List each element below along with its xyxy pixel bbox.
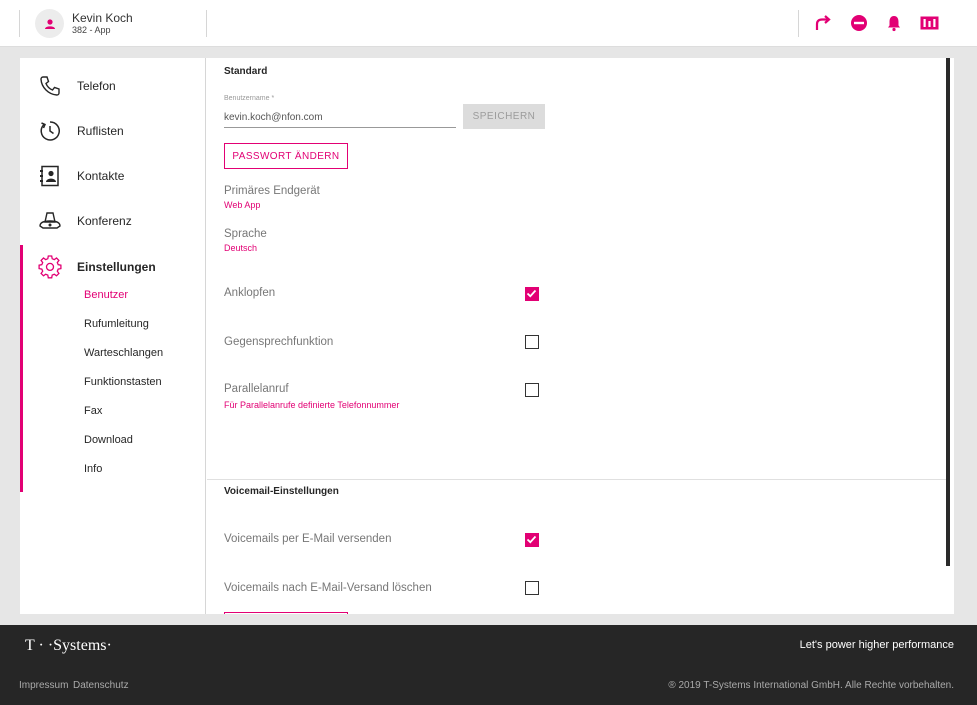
voicemail-email-label: Voicemails per E-Mail versenden bbox=[224, 533, 392, 545]
header-divider bbox=[19, 10, 20, 37]
user-name: Kevin Koch bbox=[72, 11, 133, 25]
sidebar-item-label: Ruflisten bbox=[77, 124, 124, 138]
active-indicator bbox=[20, 245, 23, 492]
gear-icon bbox=[38, 255, 62, 279]
subnav-download[interactable]: Download bbox=[84, 434, 133, 446]
section-title-voicemail: Voicemail-Einstellungen bbox=[224, 486, 339, 497]
bell-icon[interactable] bbox=[884, 13, 904, 33]
impressum-link[interactable]: Impressum bbox=[19, 680, 68, 691]
voicemail-button-partial[interactable] bbox=[224, 612, 348, 614]
header-divider bbox=[206, 10, 207, 37]
footer: T · ·Systems· Let's power higher perform… bbox=[0, 625, 977, 705]
language-value[interactable]: Deutsch bbox=[224, 243, 257, 253]
brand-logo: T · ·Systems· bbox=[25, 637, 112, 654]
change-password-button[interactable]: PASSWORT ÄNDERN bbox=[224, 143, 348, 169]
sidebar-item-konferenz[interactable]: Konferenz bbox=[20, 201, 206, 241]
sidebar-item-einstellungen[interactable]: Einstellungen bbox=[20, 247, 206, 287]
checkmark-icon bbox=[526, 535, 537, 544]
voicemail-delete-checkbox[interactable] bbox=[525, 581, 539, 595]
clock-icon bbox=[40, 121, 60, 141]
sidebar-item-kontakte[interactable]: Kontakte bbox=[20, 156, 206, 196]
subnav-benutzer[interactable]: Benutzer bbox=[84, 289, 128, 301]
subnav-fax[interactable]: Fax bbox=[84, 405, 102, 417]
section-divider bbox=[207, 479, 950, 480]
section-title-standard: Standard bbox=[224, 66, 268, 77]
call-waiting-checkbox[interactable] bbox=[525, 287, 539, 301]
settings-content: Standard Benutzername * SPEICHERN PASSWO… bbox=[207, 58, 950, 614]
intercom-label: Gegensprechfunktion bbox=[224, 336, 334, 348]
primary-device-label: Primäres Endgerät bbox=[224, 185, 320, 197]
sidebar: Telefon Ruflisten Kontakte Konferenz Ein… bbox=[20, 58, 206, 614]
voicemail-email-checkbox[interactable] bbox=[525, 533, 539, 547]
language-label: Sprache bbox=[224, 228, 267, 240]
subnav-info[interactable]: Info bbox=[84, 463, 102, 475]
sidebar-item-label: Telefon bbox=[77, 79, 116, 93]
user-icon bbox=[44, 18, 55, 29]
sidebar-item-label: Kontakte bbox=[77, 169, 125, 183]
conference-icon bbox=[39, 212, 61, 229]
parallel-call-checkbox[interactable] bbox=[525, 383, 539, 397]
forward-call-icon[interactable] bbox=[813, 13, 833, 33]
status-panel-icon[interactable] bbox=[919, 13, 939, 33]
tagline: Let's power higher performance bbox=[799, 639, 954, 651]
subnav-rufumleitung[interactable]: Rufumleitung bbox=[84, 318, 149, 330]
sidebar-item-label: Konferenz bbox=[77, 214, 132, 228]
username-input[interactable] bbox=[224, 108, 456, 128]
main-panel: Telefon Ruflisten Kontakte Konferenz Ein… bbox=[20, 58, 954, 614]
datenschutz-link[interactable]: Datenschutz bbox=[73, 680, 129, 691]
sidebar-item-ruflisten[interactable]: Ruflisten bbox=[20, 111, 206, 151]
parallel-call-label: Parallelanruf bbox=[224, 383, 289, 395]
do-not-disturb-icon[interactable] bbox=[849, 13, 869, 33]
contacts-icon bbox=[40, 165, 59, 187]
top-header: Kevin Koch 382 - App bbox=[0, 0, 977, 47]
avatar[interactable] bbox=[35, 9, 64, 38]
copyright: ® 2019 T-Systems International GmbH. All… bbox=[668, 680, 954, 691]
username-label: Benutzername * bbox=[224, 95, 275, 102]
header-divider bbox=[798, 10, 799, 37]
phone-icon bbox=[40, 76, 60, 96]
call-waiting-label: Anklopfen bbox=[224, 287, 276, 299]
primary-device-value[interactable]: Web App bbox=[224, 200, 260, 210]
save-button[interactable]: SPEICHERN bbox=[463, 104, 545, 129]
subnav-warteschlangen[interactable]: Warteschlangen bbox=[84, 347, 163, 359]
checkmark-icon bbox=[526, 289, 537, 298]
parallel-call-number-link[interactable]: Für Parallelanrufe definierte Telefonnum… bbox=[224, 400, 399, 410]
sidebar-item-telefon[interactable]: Telefon bbox=[20, 66, 206, 106]
scrollbar[interactable] bbox=[946, 58, 950, 566]
user-extension: 382 - App bbox=[72, 25, 111, 35]
voicemail-delete-label: Voicemails nach E-Mail-Versand löschen bbox=[224, 582, 432, 594]
sidebar-item-label: Einstellungen bbox=[77, 260, 156, 274]
subnav-funktionstasten[interactable]: Funktionstasten bbox=[84, 376, 162, 388]
intercom-checkbox[interactable] bbox=[525, 335, 539, 349]
